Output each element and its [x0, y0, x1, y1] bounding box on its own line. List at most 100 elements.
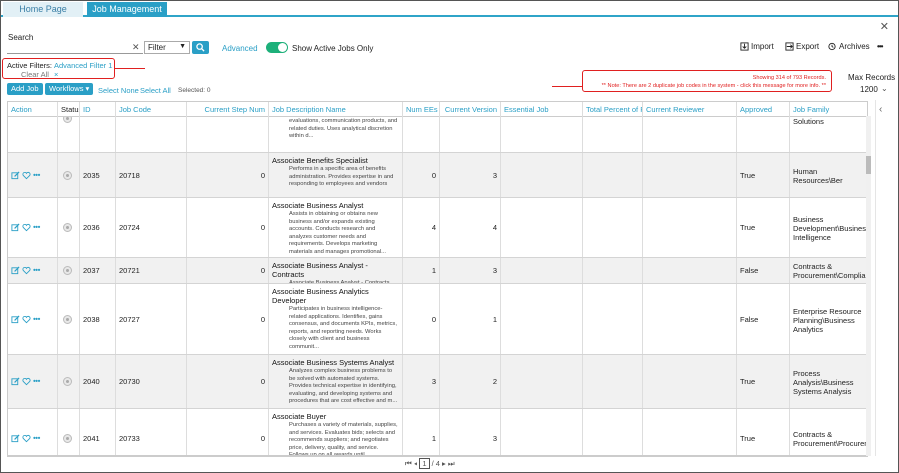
job-title[interactable]: Associate Business Analyst — [272, 201, 402, 210]
favorite-button[interactable] — [22, 222, 33, 231]
table-row[interactable]: ••• 2040 20730 0 Associate Business Systems … — [8, 355, 867, 409]
table-row[interactable]: ••• 2037 20721 0 Associate Business Analyst … — [8, 258, 868, 284]
next-page-icon[interactable]: ▸ — [442, 459, 446, 468]
scrollbar-thumb[interactable] — [866, 156, 871, 174]
grid-bottom-border — [7, 456, 868, 457]
job-title[interactable]: Associate Business Analytics Developer — [272, 287, 402, 305]
favorite-button[interactable] — [22, 170, 33, 179]
filter-select[interactable]: Filter ▼ — [144, 41, 190, 54]
row-actions: ••• — [11, 433, 40, 443]
column-header-action[interactable]: Action — [8, 102, 58, 117]
more-icon[interactable]: ••• — [33, 315, 40, 324]
table-cell-code: 20718 — [116, 153, 187, 197]
search-icon — [196, 43, 205, 52]
code-value: 20730 — [119, 377, 140, 386]
column-header-current-version[interactable]: Current Version — [440, 102, 501, 117]
jobs-grid: Action Status ID Job Code Current Step N… — [7, 101, 868, 456]
favorite-button[interactable] — [22, 433, 33, 442]
table-row[interactable]: evaluations, communication products, and… — [8, 117, 867, 153]
edit-icon — [11, 171, 20, 179]
edit-button[interactable] — [11, 433, 22, 442]
edit-button[interactable] — [11, 314, 22, 323]
remove-filter-icon[interactable]: × — [54, 70, 58, 79]
job-title[interactable]: Associate Business Systems Analyst — [272, 358, 402, 367]
chevron-left-icon[interactable]: ‹ — [879, 104, 882, 115]
last-page-icon[interactable]: ⏭ — [448, 459, 455, 468]
version-value: 3 — [492, 434, 497, 443]
id-value: 2036 — [83, 223, 100, 232]
import-label: Import — [751, 42, 774, 51]
more-icon[interactable]: ••• — [33, 171, 40, 180]
table-row[interactable]: ••• 2038 20727 0 Associate Business Analytic… — [8, 284, 867, 355]
more-icon[interactable]: ••• — [33, 377, 40, 386]
version-value: 1 — [492, 315, 497, 324]
job-title[interactable]: Associate Business Analyst - Contracts — [272, 261, 402, 279]
more-icon[interactable]: ••• — [33, 434, 40, 443]
more-options-icon[interactable]: ••• — [877, 42, 883, 51]
prev-page-icon[interactable]: ◂ — [414, 459, 417, 468]
favorite-button[interactable] — [22, 265, 33, 274]
import-button[interactable]: Import — [740, 42, 774, 51]
table-cell-action: ••• — [8, 355, 58, 408]
active-jobs-toggle[interactable] — [266, 42, 288, 53]
column-header-current-reviewer[interactable]: Current Reviewer — [643, 102, 737, 117]
table-cell-action: ••• — [8, 258, 58, 283]
table-row[interactable]: ••• 2041 20733 0 Associate Buyer Purchases a … — [8, 409, 867, 455]
close-icon[interactable]: ✕ — [880, 20, 889, 33]
column-header-id[interactable]: ID — [80, 102, 116, 117]
table-cell-step: 0 — [187, 284, 269, 354]
edit-button[interactable] — [11, 376, 22, 385]
more-icon[interactable]: ••• — [33, 223, 40, 232]
page-number-input[interactable]: 1 — [419, 458, 430, 469]
search-input[interactable] — [7, 42, 143, 54]
active-filters-label: Active Filters: — [7, 61, 53, 70]
family-value: Contracts & Procurement\Complian — [793, 262, 868, 280]
edit-button[interactable] — [11, 265, 22, 274]
table-cell-total — [583, 258, 643, 283]
table-cell-approved: False — [737, 284, 790, 354]
column-header-job-code[interactable]: Job Code — [116, 102, 187, 117]
archives-button[interactable]: Archives — [827, 42, 870, 51]
active-filter-chip[interactable]: Advanced Filter 1 × — [54, 61, 114, 79]
advanced-search-link[interactable]: Advanced — [222, 44, 258, 53]
duplicate-codes-note[interactable]: ** Note: There are 2 duplicate job codes… — [583, 82, 826, 90]
column-header-job-description[interactable]: Job Description Name — [269, 102, 403, 117]
job-title[interactable]: Associate Buyer — [272, 412, 402, 421]
edit-button[interactable] — [11, 170, 22, 179]
favorite-button[interactable] — [22, 314, 33, 323]
column-header-num-ees[interactable]: Num EEs — [403, 102, 440, 117]
code-value: 20727 — [119, 315, 140, 324]
add-job-button[interactable]: Add Job — [7, 83, 43, 95]
column-header-job-family[interactable]: Job Family — [790, 102, 867, 117]
select-none-link[interactable]: Select None — [98, 86, 139, 98]
tab-job-management[interactable]: Job Management — [87, 2, 167, 17]
workflows-button[interactable]: Workflows ▾ — [45, 83, 94, 95]
table-cell-jd: Associate Business Analyst - Contracts As… — [269, 258, 403, 283]
table-cell-id: 2038 — [80, 284, 116, 354]
select-all-link[interactable]: Select All — [140, 86, 171, 98]
chevron-down-icon[interactable]: ⌄ — [881, 84, 888, 93]
table-cell-code: 20727 — [116, 284, 187, 354]
clear-search-icon[interactable]: ✕ — [132, 42, 140, 53]
job-title[interactable]: Associate Benefits Specialist — [272, 156, 402, 165]
clear-all-filters-link[interactable]: Clear All — [21, 70, 49, 79]
column-header-approved[interactable]: Approved — [737, 102, 790, 117]
favorite-button[interactable] — [22, 376, 33, 385]
edit-button[interactable] — [11, 222, 22, 231]
table-row[interactable]: ••• 2035 20718 0 Associate Benefits Speciali… — [8, 153, 867, 198]
column-header-total-percent[interactable]: Total Percent of R — [583, 102, 643, 117]
tab-home-page[interactable]: Home Page — [3, 2, 83, 17]
table-row[interactable]: ••• 2036 20724 0 Associate Business Analyst A… — [8, 198, 867, 258]
column-header-current-step[interactable]: Current Step Num — [187, 102, 269, 117]
first-page-icon[interactable]: ⏮ — [405, 459, 412, 468]
export-button[interactable]: Export — [785, 42, 819, 51]
search-button[interactable] — [192, 41, 209, 54]
vertical-scrollbar[interactable] — [866, 116, 871, 456]
column-header-status[interactable]: Status — [58, 102, 80, 117]
more-icon[interactable]: ••• — [33, 266, 40, 275]
records-notice[interactable]: Showing 314 of 793 Records. ** Note: The… — [582, 70, 832, 92]
step-value: 0 — [260, 434, 265, 443]
table-cell-family: Contracts & Procurement\Complian — [790, 258, 868, 283]
column-header-essential-job[interactable]: Essential Job — [501, 102, 583, 117]
max-records-value[interactable]: 1200 — [860, 85, 878, 94]
